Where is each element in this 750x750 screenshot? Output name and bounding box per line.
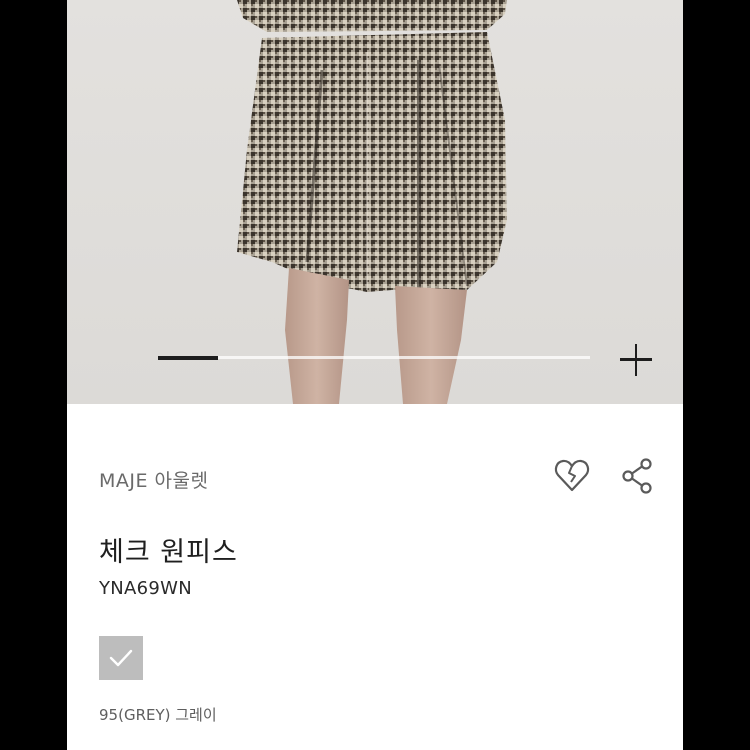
check-icon (109, 649, 133, 667)
share-icon[interactable] (617, 456, 657, 496)
color-option-label: 95(GREY) 그레이 (99, 706, 217, 724)
product-name: 체크 원피스 (99, 537, 238, 568)
product-photo (237, 0, 507, 404)
product-detail-screen: MAJE 아울렛 체크 원피스 YNA69WN 95(GREY) 그레이 (67, 0, 683, 750)
gallery-progress-indicator (158, 355, 219, 360)
chat-question-icon[interactable] (682, 456, 683, 496)
product-code: YNA69WN (99, 578, 193, 599)
color-option-swatch[interactable] (99, 636, 143, 680)
heart-icon[interactable] (552, 456, 592, 496)
zoom-plus-icon[interactable] (618, 342, 654, 378)
product-actions (487, 456, 667, 496)
product-image-gallery[interactable] (67, 0, 683, 404)
gallery-progress-track[interactable] (158, 355, 590, 360)
brand-name[interactable]: MAJE 아울렛 (99, 466, 208, 493)
